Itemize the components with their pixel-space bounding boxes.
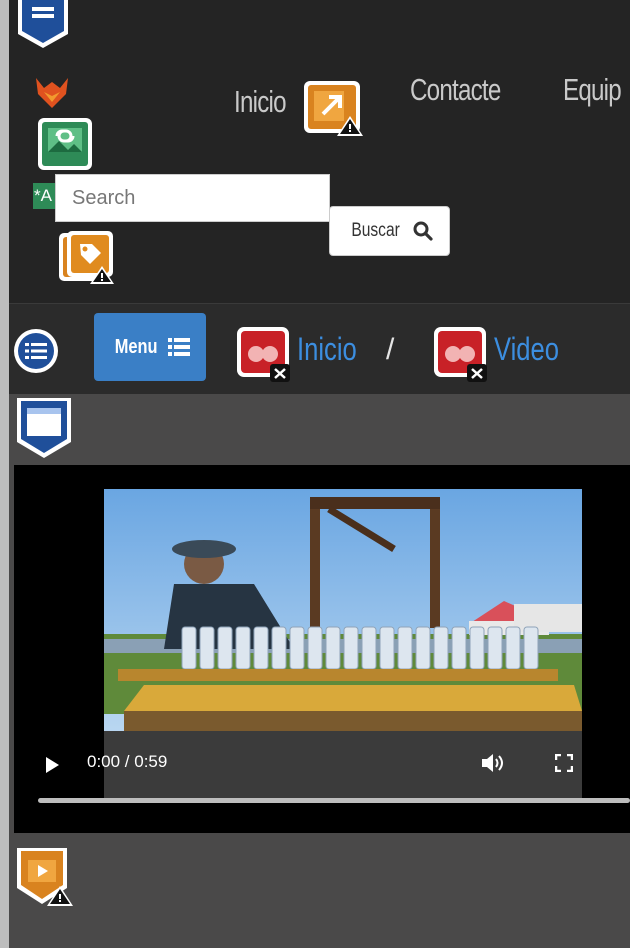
image-link-icon[interactable] [37,117,93,171]
fullscreen-icon[interactable] [554,753,574,773]
progress-bar[interactable] [38,798,630,803]
list-circle-icon [13,328,59,374]
search-button[interactable]: Buscar [329,206,450,256]
menu-button-label: Menu [114,335,158,358]
tag-image-warning-icon [58,228,118,286]
play-icon[interactable] [44,756,60,774]
video-time: 0:00 / 0:59 [87,752,168,771]
nav-link-inicio[interactable]: Inicio [234,84,287,120]
broken-image-icon [433,326,493,382]
shield-document-icon [14,0,72,50]
shield-window-icon [14,398,74,460]
search-button-label: Buscar [351,220,400,241]
list-icon [168,338,191,356]
external-link-warning-icon [303,80,365,138]
menu-button[interactable]: Menu [94,313,206,381]
video-warning-icon [14,848,74,908]
breadcrumb-inicio[interactable]: Inicio [297,331,357,368]
breadcrumb-separator: / [386,333,395,366]
breadcrumb-video: Video [494,331,560,367]
nav-link-equipo[interactable]: Equip [563,72,622,108]
video-frame[interactable] [104,489,582,799]
left-edge-strip [0,0,9,948]
broken-image-icon [236,326,296,382]
magnifier-icon [413,221,433,241]
search-input[interactable] [55,174,330,222]
fox-logo-icon[interactable] [34,76,70,110]
nav-link-contacte[interactable]: Contacte [410,72,501,108]
volume-icon[interactable] [481,752,507,774]
